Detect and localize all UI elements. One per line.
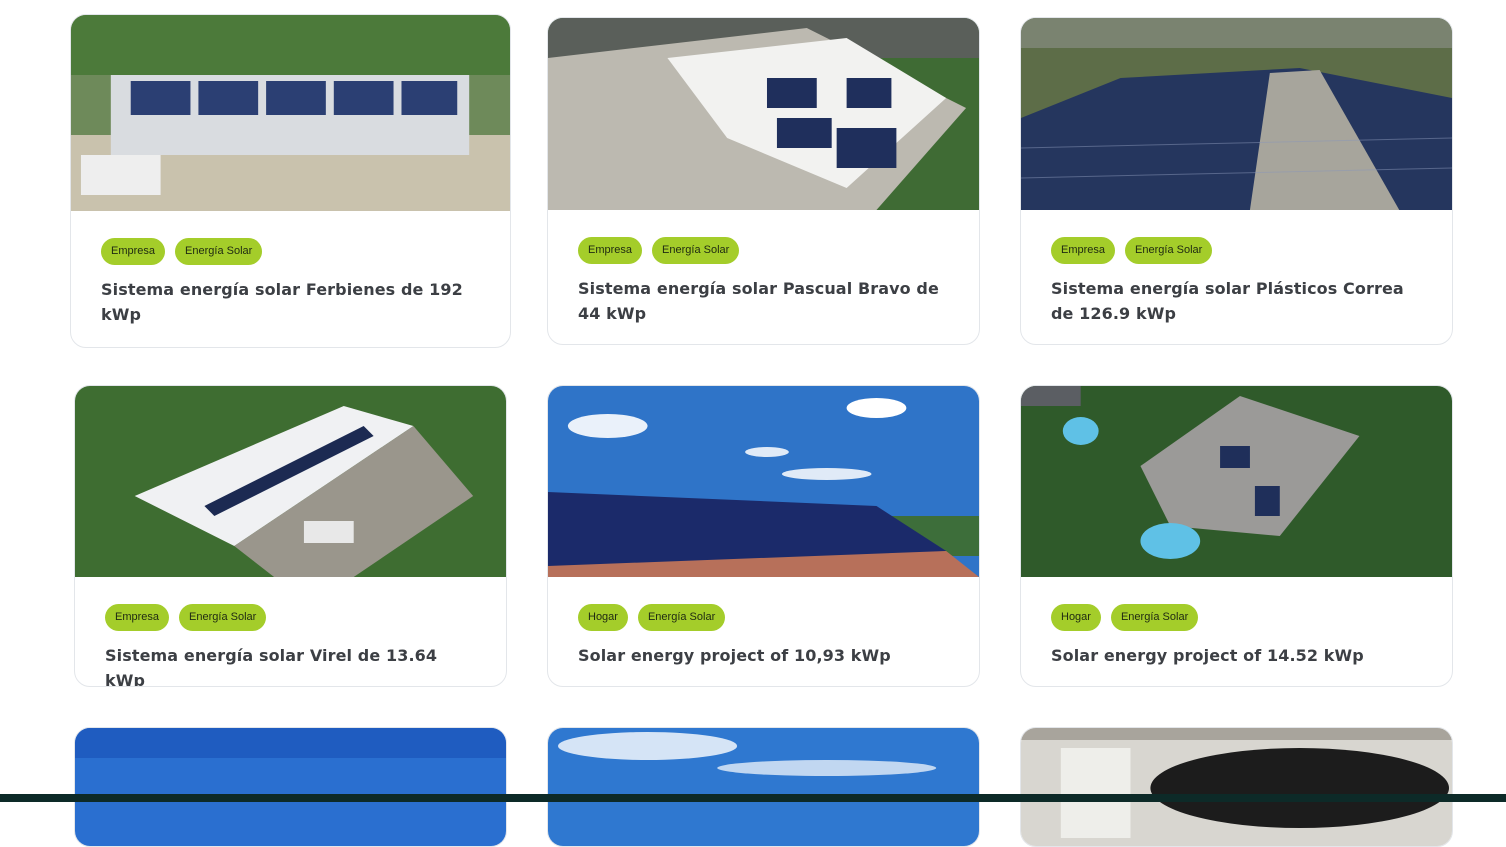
project-image-sky[interactable] xyxy=(75,728,506,846)
project-title[interactable]: Sistema energía solar Pascual Bravo de 4… xyxy=(578,276,949,326)
tag-list: Hogar Energía Solar xyxy=(1021,577,1452,631)
tag-hogar[interactable]: Hogar xyxy=(1051,604,1101,631)
project-title[interactable]: Sistema energía solar Ferbienes de 192 k… xyxy=(101,277,480,327)
tag-list: Empresa Energía Solar xyxy=(548,210,979,264)
tag-empresa[interactable]: Empresa xyxy=(101,238,166,265)
project-card-pascual-bravo[interactable]: Empresa Energía Solar Sistema energía so… xyxy=(547,17,980,345)
project-image-ferbienes[interactable] xyxy=(71,15,510,211)
project-card-14-52-kwp[interactable]: Hogar Energía Solar Solar energy project… xyxy=(1020,385,1453,687)
tag-energia-solar[interactable]: Energía Solar xyxy=(1110,604,1199,631)
project-image-14-52-kwp[interactable] xyxy=(1021,386,1452,577)
project-image-pascual-bravo[interactable] xyxy=(548,18,979,210)
tag-energia-solar[interactable]: Energía Solar xyxy=(1125,237,1213,264)
tag-empresa[interactable]: Empresa xyxy=(105,604,170,631)
project-image-ev-charger[interactable] xyxy=(1021,728,1452,846)
tag-empresa[interactable]: Empresa xyxy=(578,237,643,264)
project-title[interactable]: Solar energy project of 10,93 kWp xyxy=(578,643,949,668)
project-image-plasticos-correa[interactable] xyxy=(1021,18,1452,210)
tag-list: Empresa Energía Solar xyxy=(1021,210,1452,264)
tag-hogar[interactable]: Hogar xyxy=(578,604,628,631)
tag-energia-solar[interactable]: Energía Solar xyxy=(175,238,263,265)
project-card-plasticos-correa[interactable]: Empresa Energía Solar Sistema energía so… xyxy=(1020,17,1453,345)
project-image-10-93-kwp[interactable] xyxy=(548,386,979,577)
tag-list: Hogar Energía Solar xyxy=(548,577,979,631)
project-title[interactable]: Sistema energía solar Plásticos Correa d… xyxy=(1051,276,1422,326)
project-card-ferbienes[interactable]: Empresa Energía Solar Sistema energía so… xyxy=(70,14,511,348)
tag-energia-solar[interactable]: Energía Solar xyxy=(637,604,726,631)
tag-list: Empresa Energía Solar xyxy=(71,211,510,265)
tag-energia-solar[interactable]: Energía Solar xyxy=(652,237,740,264)
project-card-virel[interactable]: Empresa Energía Solar Sistema energía so… xyxy=(74,385,507,687)
project-card-10-93-kwp[interactable]: Hogar Energía Solar Solar energy project… xyxy=(547,385,980,687)
project-card-partial[interactable] xyxy=(547,727,980,847)
project-image-clouds[interactable] xyxy=(548,728,979,846)
project-image-virel[interactable] xyxy=(75,386,506,577)
project-card-partial[interactable] xyxy=(74,727,507,847)
tag-list: Empresa Energía Solar xyxy=(75,577,506,631)
bottom-bar xyxy=(0,794,1506,802)
tag-empresa[interactable]: Empresa xyxy=(1051,237,1116,264)
project-title[interactable]: Sistema energía solar Virel de 13.64 kWp xyxy=(105,643,476,686)
project-title[interactable]: Solar energy project of 14.52 kWp xyxy=(1051,643,1422,668)
tag-energia-solar[interactable]: Energía Solar xyxy=(179,604,267,631)
project-card-partial[interactable] xyxy=(1020,727,1453,847)
